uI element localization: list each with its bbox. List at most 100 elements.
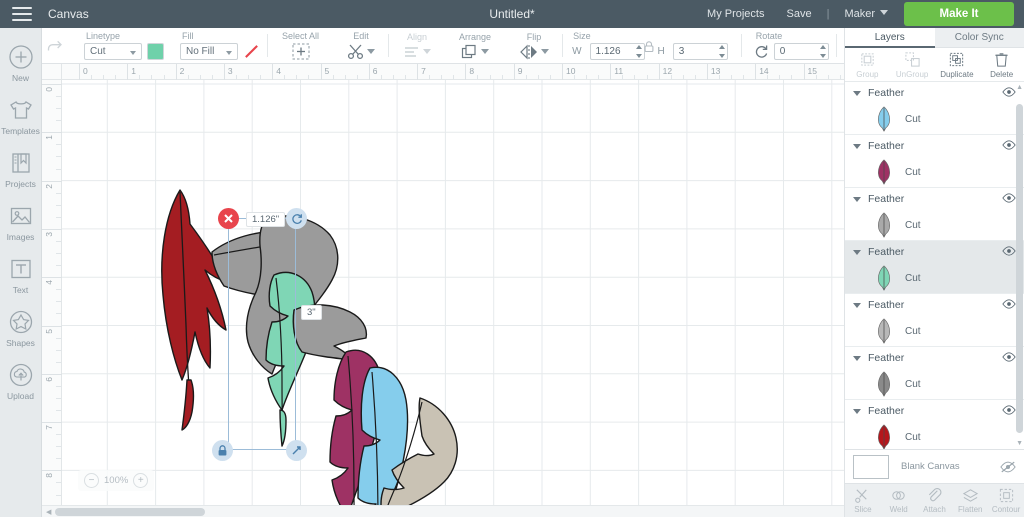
- layer-detail-row[interactable]: Cut: [845, 316, 1024, 346]
- layer-visibility-toggle[interactable]: [1002, 351, 1016, 365]
- layers-scroll-down-icon[interactable]: ▼: [1016, 440, 1023, 447]
- layer-item[interactable]: Feather Cut: [845, 241, 1024, 294]
- duplicate-button[interactable]: Duplicate: [935, 48, 980, 81]
- width-stepper[interactable]: [635, 45, 642, 58]
- eye-icon[interactable]: [1002, 404, 1016, 415]
- arrange-button[interactable]: Arrange: [453, 32, 497, 60]
- layer-visibility-toggle[interactable]: [1002, 404, 1016, 418]
- layer-header-row[interactable]: Feather: [845, 347, 1024, 369]
- weld-tool[interactable]: Weld: [881, 484, 917, 517]
- sidebar-item-new[interactable]: New: [0, 36, 41, 89]
- edit-button[interactable]: Edit: [341, 31, 381, 60]
- blank-canvas-row[interactable]: Blank Canvas: [845, 449, 1024, 483]
- eye-icon[interactable]: [1002, 351, 1016, 362]
- tab-layers[interactable]: Layers: [845, 28, 935, 48]
- layer-visibility-toggle[interactable]: [1002, 86, 1016, 100]
- slice-tool[interactable]: Slice: [845, 484, 881, 517]
- height-stepper[interactable]: [718, 45, 725, 58]
- layer-detail-row[interactable]: Cut: [845, 263, 1024, 293]
- layer-header-row[interactable]: Feather: [845, 294, 1024, 316]
- eye-icon[interactable]: [1002, 298, 1016, 309]
- redo-icon[interactable]: [45, 38, 62, 53]
- sidebar-item-shapes[interactable]: Shapes: [0, 301, 41, 354]
- layer-item[interactable]: Feather Cut: [845, 294, 1024, 347]
- contour-tool[interactable]: Contour: [988, 484, 1024, 517]
- hamburger-icon[interactable]: [12, 7, 32, 21]
- selection-bounding-box[interactable]: [228, 218, 296, 450]
- ungroup-button[interactable]: UnGroup: [890, 48, 935, 81]
- flip-button[interactable]: Flip: [513, 32, 555, 60]
- layer-detail-row[interactable]: Cut: [845, 369, 1024, 399]
- scroll-left-icon[interactable]: ◀: [42, 508, 55, 516]
- horizontal-scrollbar[interactable]: ◀: [42, 505, 844, 517]
- layer-detail-row[interactable]: Cut: [845, 157, 1024, 187]
- layer-visibility-toggle[interactable]: [1002, 298, 1016, 312]
- eye-icon[interactable]: [1002, 192, 1016, 203]
- chevron-down-icon[interactable]: [853, 355, 861, 361]
- layer-detail-row[interactable]: Cut: [845, 104, 1024, 134]
- eye-icon[interactable]: [1002, 86, 1016, 97]
- group-button[interactable]: Group: [845, 48, 890, 81]
- layer-header-row[interactable]: Feather: [845, 135, 1024, 157]
- make-it-button[interactable]: Make It: [904, 2, 1014, 26]
- layer-header-row[interactable]: Feather: [845, 82, 1024, 104]
- flatten-tool[interactable]: Flatten: [952, 484, 988, 517]
- eye-off-icon[interactable]: [1000, 461, 1016, 473]
- layer-item[interactable]: Feather Cut: [845, 188, 1024, 241]
- sidebar-item-templates[interactable]: Templates: [0, 89, 41, 142]
- layer-item[interactable]: Feather Cut: [845, 135, 1024, 188]
- layers-scroll-up-icon[interactable]: ▲: [1016, 84, 1023, 91]
- rotate-stepper[interactable]: [819, 45, 826, 58]
- resize-handle[interactable]: [286, 440, 307, 461]
- sidebar-item-images[interactable]: Images: [0, 195, 41, 248]
- machine-selector[interactable]: Maker: [833, 8, 894, 20]
- blank-canvas-swatch[interactable]: [853, 454, 889, 479]
- layer-visibility-toggle[interactable]: [1002, 139, 1016, 153]
- sidebar-item-upload[interactable]: Upload: [0, 354, 41, 407]
- rotate-handle[interactable]: [286, 208, 307, 229]
- select-all-button[interactable]: Select All: [276, 31, 325, 60]
- lock-handle[interactable]: [212, 440, 233, 461]
- feather-artwork[interactable]: [62, 80, 844, 517]
- zoom-in-button[interactable]: +: [133, 473, 149, 488]
- pen-icon[interactable]: [243, 43, 260, 60]
- zoom-out-button[interactable]: −: [84, 473, 99, 488]
- delete-button[interactable]: Delete: [979, 48, 1024, 81]
- tab-color-sync[interactable]: Color Sync: [934, 28, 1024, 48]
- sidebar-item-projects[interactable]: Projects: [0, 142, 41, 195]
- layer-visibility-toggle[interactable]: [1002, 192, 1016, 206]
- layers-list[interactable]: Feather Cut Feather Cut Feather Cut Feather Cut…: [845, 82, 1024, 449]
- layer-detail-row[interactable]: Cut: [845, 422, 1024, 449]
- layer-item[interactable]: Feather Cut: [845, 347, 1024, 400]
- chevron-down-icon[interactable]: [853, 249, 861, 255]
- horizontal-scroll-thumb[interactable]: [55, 507, 206, 516]
- design-board[interactable]: 1.126" 3" − 100% +: [62, 80, 844, 517]
- my-projects-link[interactable]: My Projects: [696, 8, 775, 20]
- layer-visibility-toggle[interactable]: [1002, 245, 1016, 259]
- chevron-down-icon[interactable]: [853, 302, 861, 308]
- layer-header-row[interactable]: Feather: [845, 188, 1024, 210]
- linetype-color-swatch[interactable]: [147, 43, 164, 60]
- layer-detail-row[interactable]: Cut: [845, 210, 1024, 240]
- rotate-icon[interactable]: [754, 44, 769, 59]
- feather-dark-red[interactable]: [161, 189, 228, 431]
- eye-icon[interactable]: [1002, 245, 1016, 256]
- attach-tool[interactable]: Attach: [917, 484, 953, 517]
- delete-handle[interactable]: [218, 208, 239, 229]
- layers-scrollbar-thumb[interactable]: [1016, 104, 1023, 433]
- layer-item[interactable]: Feather Cut: [845, 400, 1024, 449]
- size-lock-icon[interactable]: [644, 41, 655, 56]
- chevron-down-icon[interactable]: [853, 196, 861, 202]
- chevron-down-icon[interactable]: [853, 90, 861, 96]
- layer-header-row[interactable]: Feather: [845, 400, 1024, 422]
- layer-header-row[interactable]: Feather: [845, 241, 1024, 263]
- chevron-down-icon[interactable]: [853, 408, 861, 414]
- save-button[interactable]: Save: [776, 8, 823, 20]
- sidebar-item-text[interactable]: Text: [0, 248, 41, 301]
- chevron-down-icon[interactable]: [853, 143, 861, 149]
- linetype-select[interactable]: Cut: [84, 43, 142, 60]
- align-button[interactable]: Align: [397, 32, 437, 59]
- eye-icon[interactable]: [1002, 139, 1016, 150]
- fill-select[interactable]: No Fill: [180, 43, 238, 60]
- layer-item[interactable]: Feather Cut: [845, 82, 1024, 135]
